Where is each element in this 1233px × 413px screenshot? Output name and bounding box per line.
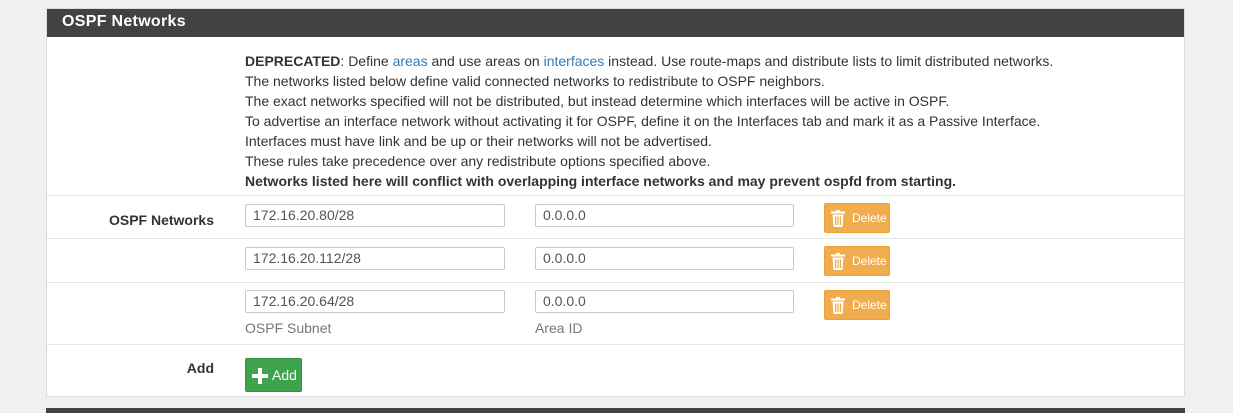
- plus-icon: [252, 368, 268, 384]
- subnet-hint: OSPF Subnet: [245, 320, 332, 336]
- panel-title: OSPF Networks: [47, 9, 1184, 37]
- help-text: DEPRECATED: Define areas and use areas o…: [245, 51, 1145, 191]
- area-id-input[interactable]: 0.0.0.0: [535, 290, 794, 313]
- network-row: 172.16.20.64/28 0.0.0.0 Delete OSPF Subn…: [47, 283, 1184, 345]
- network-row: 172.16.20.112/28 0.0.0.0 Delete: [47, 239, 1184, 283]
- help-text-segment: and use areas on: [427, 53, 544, 69]
- ospf-networks-panel: OSPF Networks DEPRECATED: Define areas a…: [46, 8, 1185, 397]
- help-line-1: DEPRECATED: Define areas and use areas o…: [245, 51, 1145, 71]
- help-line-5: Interfaces must have link and be up or t…: [245, 133, 712, 149]
- ospf-networks-label: OSPF Networks: [108, 212, 214, 228]
- help-line-2: The networks listed below define valid c…: [245, 73, 825, 89]
- areas-link[interactable]: areas: [393, 53, 428, 69]
- subnet-input[interactable]: 172.16.20.112/28: [245, 247, 505, 270]
- help-line-7: Networks listed here will conflict with …: [245, 171, 1145, 191]
- delete-button[interactable]: Delete: [824, 203, 890, 233]
- interfaces-link[interactable]: interfaces: [544, 53, 605, 69]
- delete-button[interactable]: Delete: [824, 290, 890, 320]
- subnet-input[interactable]: 172.16.20.80/28: [245, 204, 505, 227]
- help-row: DEPRECATED: Define areas and use areas o…: [47, 37, 1184, 196]
- add-button[interactable]: Add: [245, 358, 302, 392]
- trash-icon: [831, 253, 845, 270]
- delete-label: Delete: [852, 211, 887, 225]
- area-id-input[interactable]: 0.0.0.0: [535, 247, 794, 270]
- add-button-label: Add: [272, 367, 297, 383]
- deprecated-label: DEPRECATED: [245, 53, 341, 69]
- delete-label: Delete: [852, 298, 887, 312]
- help-line-6: These rules take precedence over any red…: [245, 153, 711, 169]
- help-text-segment: instead. Use route-maps and distribute l…: [604, 53, 1054, 69]
- help-line-4: To advertise an interface network withou…: [245, 113, 1041, 129]
- subnet-input[interactable]: 172.16.20.64/28: [245, 290, 505, 313]
- delete-button[interactable]: Delete: [824, 246, 890, 276]
- trash-icon: [831, 297, 845, 314]
- help-text-segment: : Define: [340, 53, 393, 69]
- warning-text: Networks listed here will conflict with …: [245, 173, 957, 189]
- trash-icon: [831, 210, 845, 227]
- network-row: OSPF Networks 172.16.20.80/28 0.0.0.0 De…: [47, 196, 1184, 239]
- area-id-input[interactable]: 0.0.0.0: [535, 204, 794, 227]
- help-line-3: The exact networks specified will not be…: [245, 93, 950, 109]
- delete-label: Delete: [852, 254, 887, 268]
- add-label: Add: [186, 360, 214, 376]
- area-id-hint: Area ID: [535, 320, 583, 336]
- next-panel-heading: [46, 408, 1185, 413]
